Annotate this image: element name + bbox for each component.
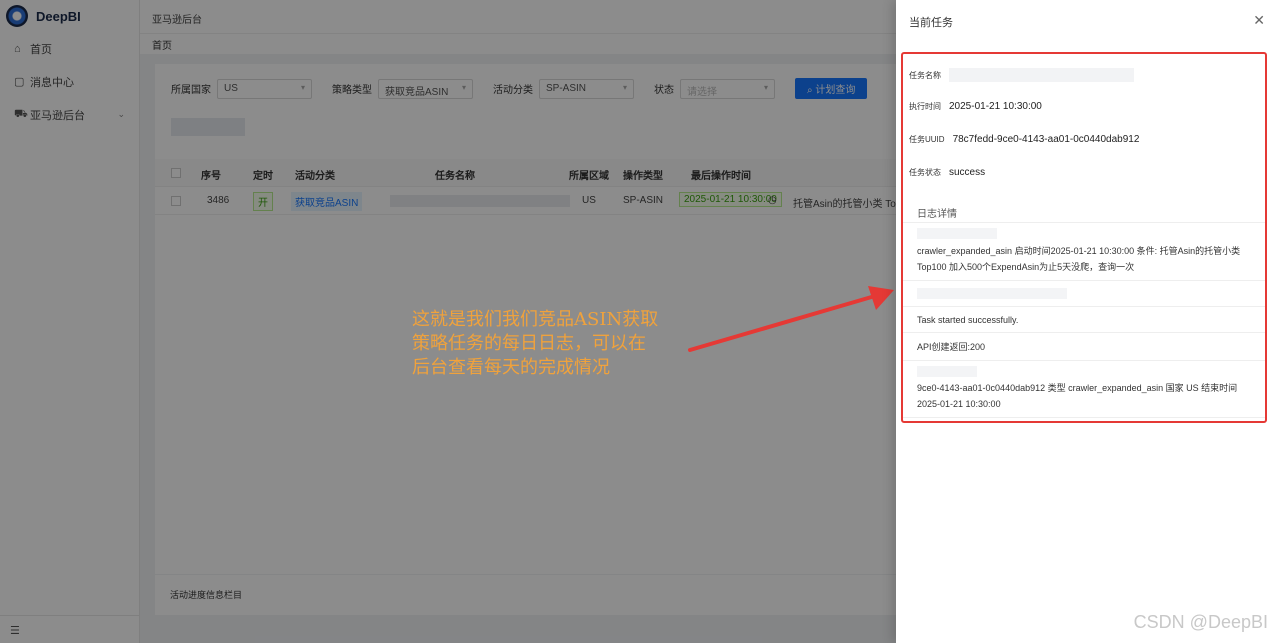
log-title: 日志详情 xyxy=(917,209,957,220)
log-entry: crawler_expanded_asin 启动时间2025-01-21 10:… xyxy=(917,246,1241,272)
divider xyxy=(903,280,1265,281)
status-label: 任务状态 xyxy=(909,168,941,177)
log-redacted xyxy=(917,366,977,377)
uuid-field: 任务UUID 78c7fedd-9ce0-4143-aa01-0c0440dab… xyxy=(909,134,1139,145)
task-drawer: 当前任务 ✕ 任务名称 执行时间 2025-01-21 10:30:00 任务U… xyxy=(896,0,1280,643)
log-redacted xyxy=(917,228,997,239)
annotation-line: 后台查看每天的完成情况 xyxy=(412,357,610,378)
annotation-line: 这就是我们我们竞品ASIN获取 xyxy=(412,309,659,330)
divider xyxy=(903,332,1265,333)
watermark: CSDN @DeepBI xyxy=(1133,612,1268,632)
drawer-title: 当前任务 xyxy=(909,17,953,29)
divider xyxy=(903,306,1265,307)
divider xyxy=(903,360,1265,361)
uuid-value: 78c7fedd-9ce0-4143-aa01-0c0440dab912 xyxy=(952,134,1140,145)
annotation-text: 这就是我们我们竞品ASIN获取 策略任务的每日日志，可以在 后台查看每天的完成情… xyxy=(412,308,702,380)
exec-time-label: 执行时间 xyxy=(909,102,941,111)
log-entry: API创建返回:200 xyxy=(917,342,986,352)
status-field: 任务状态 success xyxy=(909,167,985,178)
annotation-line: 策略任务的每日日志，可以在 xyxy=(412,333,646,354)
exec-time-field: 执行时间 2025-01-21 10:30:00 xyxy=(909,101,1042,112)
uuid-label: 任务UUID xyxy=(909,135,945,144)
log-redacted xyxy=(917,288,1067,299)
task-name-redacted xyxy=(949,68,1134,82)
log-entry: 9ce0-4143-aa01-0c0440dab912 类型 crawler_e… xyxy=(917,383,1238,409)
task-name-label: 任务名称 xyxy=(909,70,941,80)
divider xyxy=(903,222,1265,223)
task-name-field: 任务名称 xyxy=(909,68,1134,82)
log-entry: Task started successfully. xyxy=(917,315,1019,325)
divider xyxy=(903,417,1265,418)
status-value: success xyxy=(949,167,986,178)
annotation-arrow-icon xyxy=(688,286,894,352)
exec-time-value: 2025-01-21 10:30:00 xyxy=(949,101,1042,112)
close-icon[interactable]: ✕ xyxy=(1253,12,1265,29)
